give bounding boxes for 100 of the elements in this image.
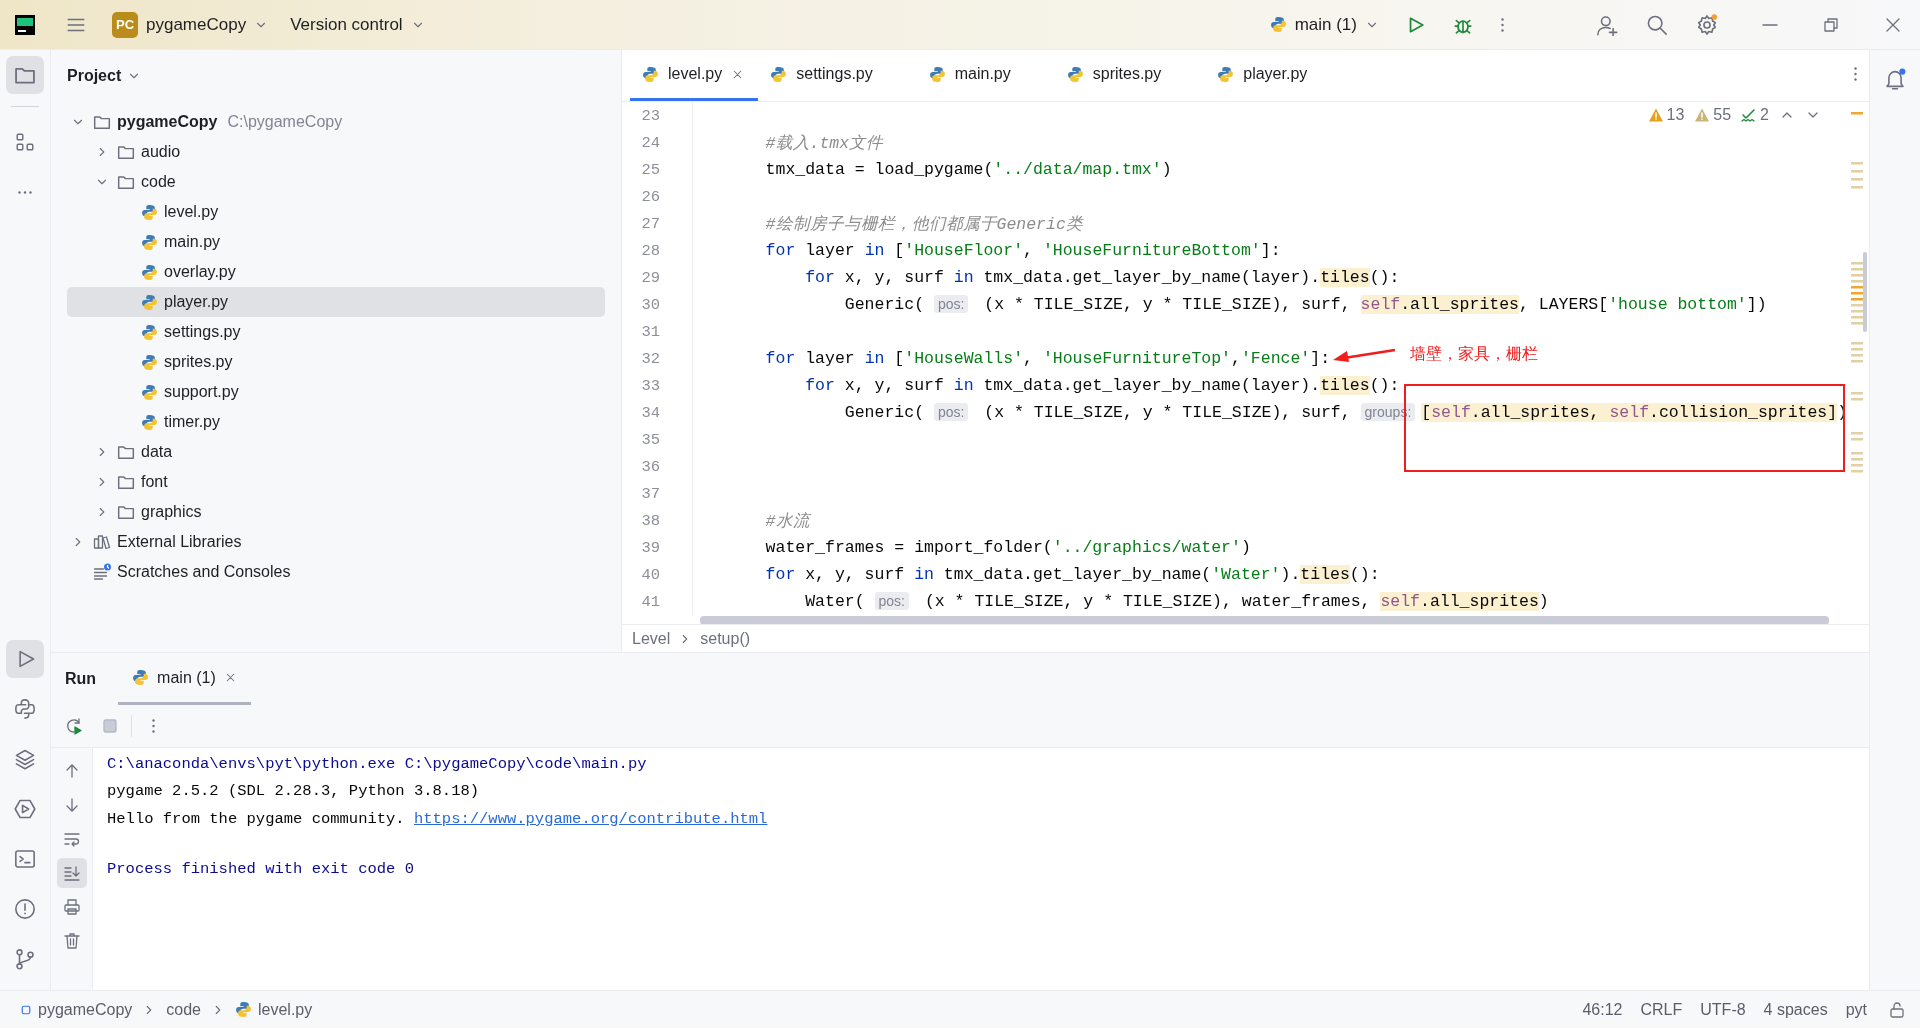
status-bar-item[interactable]: 4 spaces	[1754, 998, 1837, 1021]
code-line: for x, y, surf in tmx_data.get_layer_by_name('Water').tiles():	[764, 565, 1380, 584]
code-line: #水流	[764, 510, 810, 532]
tree-item[interactable]: audio	[67, 137, 605, 167]
python-file-icon	[141, 233, 158, 251]
annotation-arrow	[1332, 347, 1396, 363]
line-number: 29	[640, 268, 660, 287]
tree-item[interactable]: level.py	[67, 197, 605, 227]
stop-icon	[101, 717, 119, 735]
annotation-text: 墙壁，家具，栅栏	[1410, 344, 1538, 364]
tree-item[interactable]: Scratches and Consoles	[67, 557, 605, 587]
lock-icon[interactable]	[1888, 1000, 1906, 1019]
status-bar-item[interactable]: 46:12	[1573, 998, 1632, 1021]
code-line: #载入.tmx文件	[764, 132, 884, 154]
tree-item[interactable]: font	[67, 467, 605, 497]
folder-icon	[117, 503, 135, 521]
run-tab[interactable]: main (1)	[118, 653, 251, 705]
folder-icon	[117, 443, 135, 461]
console-line: Process finished with exit code 0	[107, 860, 414, 878]
tree-item[interactable]: sprites.py	[67, 347, 605, 377]
tree-item[interactable]: support.py	[67, 377, 605, 407]
navigation-breadcrumb[interactable]: level.py	[231, 998, 317, 1021]
status-bar-item[interactable]: pyt	[1836, 998, 1876, 1021]
python-file-icon	[141, 323, 158, 341]
line-number: 37	[640, 484, 660, 503]
breadcrumb[interactable]: setup()	[700, 629, 751, 648]
more-vertical-icon[interactable]	[1854, 67, 1857, 81]
terminal-icon	[14, 848, 36, 870]
python-file-icon	[642, 65, 659, 83]
scroll-to-end-button[interactable]	[56, 858, 87, 888]
run-tool-button[interactable]	[6, 640, 44, 678]
status-bar-item[interactable]: UTF-8	[1691, 998, 1755, 1021]
breadcrumb[interactable]: Level	[632, 629, 671, 648]
line-number: 25	[640, 160, 660, 179]
tree-item[interactable]: External Libraries	[67, 527, 605, 557]
library-icon	[93, 533, 111, 551]
soft-wrap-icon	[62, 830, 81, 848]
project-badge: PC	[112, 11, 138, 38]
services-icon	[14, 798, 36, 820]
rerun-icon	[65, 717, 83, 735]
tree-item[interactable]: settings.py	[67, 317, 605, 347]
line-number: 32	[640, 349, 660, 368]
line-number: 33	[640, 376, 660, 395]
project-path: C:\pygameCopy	[227, 113, 343, 131]
inspection-counter[interactable]: 2	[1741, 106, 1769, 124]
editor-tab[interactable]: settings.py	[758, 50, 917, 101]
tree-item[interactable]: graphics	[67, 497, 605, 527]
printer-icon	[62, 898, 81, 916]
run-configuration-selector[interactable]: main (1)	[1261, 8, 1387, 41]
project-tool-button[interactable]	[6, 56, 44, 94]
python-file-icon	[1066, 65, 1084, 83]
navigation-breadcrumb[interactable]: pygameCopy	[16, 998, 137, 1021]
folder-icon	[117, 173, 135, 191]
project-view-selector[interactable]: Project	[63, 63, 146, 89]
tree-item[interactable]: pygameCopy C:\pygameCopy	[67, 107, 605, 137]
run-panel-title: Run	[65, 669, 97, 689]
problems-icon	[14, 898, 36, 920]
inspection-counter[interactable]: 13	[1647, 106, 1685, 124]
editor-tab[interactable]: main.py	[916, 50, 1055, 101]
more-horizontal-icon	[18, 190, 32, 194]
editor-tab[interactable]: sprites.py	[1054, 50, 1206, 101]
tree-item[interactable]: data	[67, 437, 605, 467]
line-number: 36	[640, 457, 660, 476]
console-link[interactable]: https://www.pygame.org/contribute.html	[413, 809, 768, 828]
python-file-icon	[770, 65, 788, 83]
code-line: tmx_data = load_pygame('../data/map.tmx')	[764, 160, 1172, 179]
line-number: 28	[640, 241, 660, 260]
line-number: 24	[640, 133, 660, 152]
settings-icon	[1696, 13, 1718, 36]
status-bar-item[interactable]: CRLF	[1631, 998, 1692, 1021]
tree-item[interactable]: main.py	[67, 227, 605, 257]
editor-tab[interactable]: player.py	[1205, 50, 1352, 101]
tree-item[interactable]: timer.py	[67, 407, 605, 437]
folder-icon	[117, 143, 135, 161]
check-icon	[1741, 107, 1758, 123]
inspection-counter[interactable]: 55	[1694, 106, 1732, 124]
code-line: for x, y, surf in tmx_data.get_layer_by_name(layer).tiles():	[804, 268, 1400, 287]
tree-item[interactable]: overlay.py	[67, 257, 605, 287]
navigation-breadcrumb[interactable]: code	[162, 998, 205, 1021]
folder-icon	[117, 473, 135, 491]
line-number: 38	[640, 511, 660, 530]
project-switcher[interactable]: PC pygameCopy	[104, 5, 277, 44]
tree-item[interactable]: player.py	[67, 287, 605, 317]
vcs-menu[interactable]: Version control	[282, 8, 433, 41]
add-user-icon	[1596, 13, 1618, 36]
scratches-icon	[93, 563, 111, 581]
minimize-icon	[1762, 23, 1778, 26]
bell-icon	[1884, 68, 1906, 90]
line-number: 31	[640, 322, 660, 341]
python-file-icon	[1217, 65, 1235, 83]
module-icon	[20, 1003, 32, 1016]
editor-tab[interactable]: level.py	[630, 50, 759, 101]
trash-icon	[62, 932, 81, 950]
tree-item[interactable]: code	[67, 167, 605, 197]
search-icon	[1646, 13, 1668, 36]
more-vertical-icon	[1501, 17, 1504, 32]
line-number: 27	[640, 214, 660, 233]
horizontal-scrollbar[interactable]	[700, 616, 1829, 624]
code-line: for layer in ['HouseFloor', 'HouseFurnitureBottom']:	[764, 241, 1281, 260]
line-number: 30	[640, 295, 660, 314]
